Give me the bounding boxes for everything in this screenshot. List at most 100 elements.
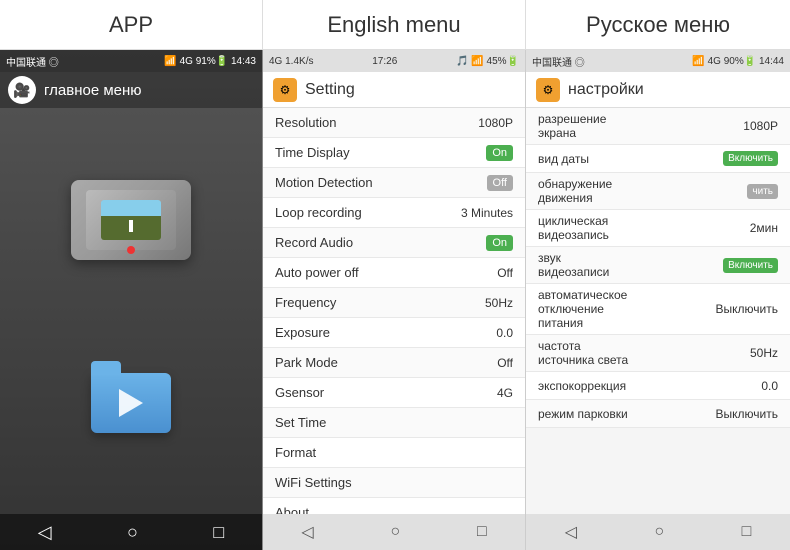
ru-recent-btn[interactable]: □ <box>742 523 752 541</box>
ru-row-autopower[interactable]: автоматическоеотключениепитания Выключит… <box>526 284 790 335</box>
road-stripe <box>129 220 133 232</box>
ru-row-freq[interactable]: частотаисточника света 50Hz <box>526 335 790 372</box>
rec-dot <box>127 246 135 254</box>
eng-status-right: 🎵 📶 45%🔋 <box>456 56 519 67</box>
audio-toggle[interactable]: On <box>486 235 513 251</box>
app-body <box>0 108 262 514</box>
app-topbar-title: главное меню <box>44 82 142 99</box>
settings-row-park[interactable]: Park Mode Off <box>263 348 525 378</box>
app-status-bar: 中国联通 ◎ 📶 4G 91%🔋 14:43 <box>0 50 262 72</box>
eng-home-btn[interactable]: ○ <box>390 523 400 541</box>
eng-status-left: 4G 1.4K/s <box>269 56 313 67</box>
header-row: APP English menu Русское меню <box>0 0 790 50</box>
motion-toggle[interactable]: Off <box>487 175 513 191</box>
motion-label: Motion Detection <box>275 175 373 190</box>
english-header: English menu <box>263 0 526 49</box>
frequency-value: 50Hz <box>485 296 513 310</box>
loop-label: Loop recording <box>275 205 362 220</box>
content-row: 中国联通 ◎ 📶 4G 91%🔋 14:43 🎥 главное меню <box>0 50 790 550</box>
exposure-label: Exposure <box>275 325 330 340</box>
settings-row-gsensor[interactable]: Gsensor 4G <box>263 378 525 408</box>
ru-loop-value: 2мин <box>750 221 778 235</box>
ru-row-date[interactable]: вид даты Включить <box>526 145 790 173</box>
folder-shape <box>91 373 171 433</box>
ru-resolution-label: разрешениеэкрана <box>538 112 739 140</box>
russian-title: настройки <box>568 81 644 99</box>
settings-row-frequency[interactable]: Frequency 50Hz <box>263 288 525 318</box>
back-btn[interactable]: ◁ <box>38 522 52 543</box>
settings-row-resolution[interactable]: Resolution 1080P <box>263 108 525 138</box>
settings-row-audio[interactable]: Record Audio On <box>263 228 525 258</box>
about-label: About <box>275 505 309 514</box>
settings-icon: ⚙ <box>273 78 297 102</box>
app-panel: 中国联通 ◎ 📶 4G 91%🔋 14:43 🎥 главное меню <box>0 50 263 550</box>
audio-label: Record Audio <box>275 235 353 250</box>
ru-exposure-value: 0.0 <box>761 379 778 393</box>
app-status-right: 📶 4G 91%🔋 14:43 <box>164 56 256 67</box>
ru-motion-label: обнаружениедвижения <box>538 177 747 205</box>
eng-status-center: 17:26 <box>372 56 397 67</box>
ru-back-btn[interactable]: ◁ <box>565 522 577 542</box>
ru-status-right: 📶 4G 90%🔋 14:44 <box>692 56 784 67</box>
folder-icon[interactable] <box>81 363 181 443</box>
recent-btn[interactable]: □ <box>213 522 224 543</box>
russian-list: разрешениеэкрана 1080P вид даты Включить… <box>526 108 790 514</box>
format-label: Format <box>275 445 316 460</box>
ru-park-value: Выключить <box>716 407 778 421</box>
ru-row-exposure[interactable]: экспокоррекция 0.0 <box>526 372 790 400</box>
ru-motion-btn[interactable]: чить <box>747 184 778 199</box>
ru-freq-value: 50Hz <box>750 346 778 360</box>
app-bottom-nav: ◁ ○ □ <box>0 514 262 550</box>
camera-icon[interactable] <box>71 180 191 260</box>
russian-topbar: ⚙ настройки <box>526 72 790 108</box>
settings-row-autopower[interactable]: Auto power off Off <box>263 258 525 288</box>
ru-exposure-label: экспокоррекция <box>538 379 757 393</box>
loop-value: 3 Minutes <box>461 206 513 220</box>
settings-row-about[interactable]: About <box>263 498 525 514</box>
ru-audio-label: звуквидеозаписи <box>538 251 723 279</box>
ru-home-btn[interactable]: ○ <box>654 523 664 541</box>
folder-tab <box>91 361 121 375</box>
app-header-label: APP <box>109 12 153 38</box>
autopower-value: Off <box>497 266 513 280</box>
ru-audio-btn[interactable]: Включить <box>723 258 778 273</box>
app-header: APP <box>0 0 263 49</box>
english-header-label: English menu <box>327 12 460 38</box>
russian-settings-panel: 中国联通 ◎ 📶 4G 90%🔋 14:44 ⚙ настройки разре… <box>526 50 790 550</box>
settings-row-wifi[interactable]: WiFi Settings <box>263 468 525 498</box>
time-display-toggle[interactable]: On <box>486 145 513 161</box>
ru-autopower-value: Выключить <box>716 302 778 316</box>
russian-header: Русское меню <box>526 0 790 49</box>
ru-date-label: вид даты <box>538 152 723 166</box>
exposure-value: 0.0 <box>496 326 513 340</box>
resolution-label: Resolution <box>275 115 336 130</box>
eng-back-btn[interactable]: ◁ <box>301 522 313 542</box>
ru-row-park[interactable]: режим парковки Выключить <box>526 400 790 428</box>
time-display-label: Time Display <box>275 145 350 160</box>
settings-row-loop[interactable]: Loop recording 3 Minutes <box>263 198 525 228</box>
road-icon <box>101 200 161 240</box>
english-status-bar: 4G 1.4K/s 17:26 🎵 📶 45%🔋 <box>263 50 525 72</box>
settime-label: Set Time <box>275 415 326 430</box>
frequency-label: Frequency <box>275 295 336 310</box>
ru-loop-label: циклическаявидеозапись <box>538 214 746 242</box>
ru-row-resolution[interactable]: разрешениеэкрана 1080P <box>526 108 790 145</box>
english-topbar: ⚙ Setting <box>263 72 525 108</box>
russian-status-bar: 中国联通 ◎ 📶 4G 90%🔋 14:44 <box>526 50 790 72</box>
ru-autopower-label: автоматическоеотключениепитания <box>538 288 712 330</box>
settings-row-motion[interactable]: Motion Detection Off <box>263 168 525 198</box>
russian-header-label: Русское меню <box>586 12 730 38</box>
ru-row-motion[interactable]: обнаружениедвижения чить <box>526 173 790 210</box>
ru-row-loop[interactable]: циклическаявидеозапись 2мин <box>526 210 790 247</box>
settings-row-exposure[interactable]: Exposure 0.0 <box>263 318 525 348</box>
settings-row-time-display[interactable]: Time Display On <box>263 138 525 168</box>
settings-row-settime[interactable]: Set Time <box>263 408 525 438</box>
ru-row-audio[interactable]: звуквидеозаписи Включить <box>526 247 790 284</box>
settings-row-format[interactable]: Format <box>263 438 525 468</box>
ru-date-btn[interactable]: Включить <box>723 151 778 166</box>
autopower-label: Auto power off <box>275 265 359 280</box>
home-btn[interactable]: ○ <box>127 522 138 543</box>
park-label: Park Mode <box>275 355 338 370</box>
eng-recent-btn[interactable]: □ <box>477 523 487 541</box>
ru-settings-icon: ⚙ <box>536 78 560 102</box>
